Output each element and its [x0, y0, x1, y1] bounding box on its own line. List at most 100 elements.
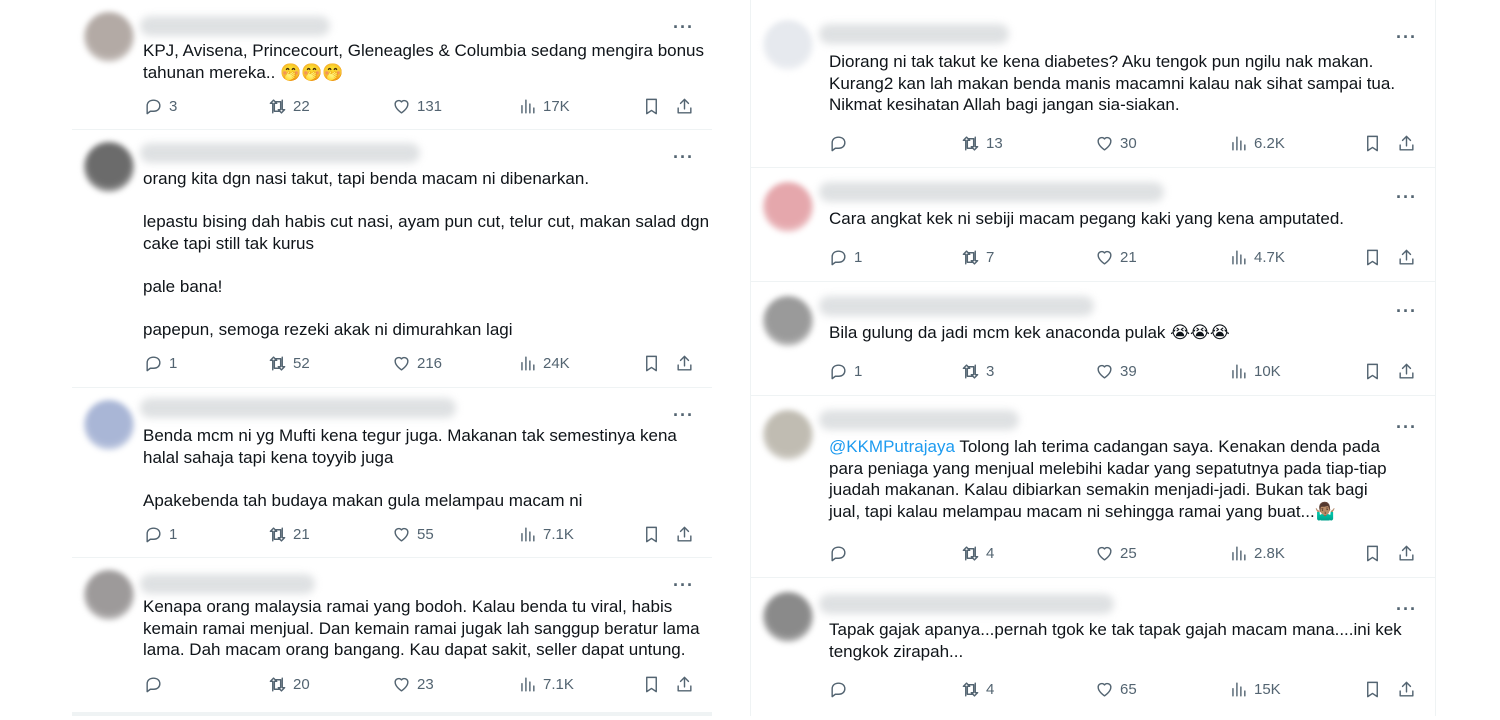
avatar[interactable]	[763, 592, 813, 642]
share-button[interactable]	[675, 352, 694, 374]
like-button[interactable]: 55	[392, 523, 434, 545]
more-icon[interactable]: ···	[1396, 600, 1417, 618]
avatar[interactable]	[84, 400, 134, 450]
reply-item[interactable]: ··· orang kita dgn nasi takut, tapi bend…	[72, 130, 712, 388]
views-button[interactable]: 7.1K	[518, 523, 574, 545]
views-button[interactable]: 17K	[518, 95, 570, 117]
blurred-username[interactable]	[140, 398, 456, 418]
share-button[interactable]	[1397, 542, 1416, 564]
more-icon[interactable]: ···	[673, 406, 694, 424]
share-button[interactable]	[675, 523, 694, 545]
more-icon[interactable]: ···	[673, 576, 694, 594]
bookmark-button[interactable]	[642, 352, 661, 374]
reply-button[interactable]: 1	[829, 246, 862, 268]
reply-item[interactable]: ··· Kenapa orang malaysia ramai yang bod…	[72, 558, 712, 708]
share-icon	[1399, 135, 1414, 151]
share-button[interactable]	[1397, 132, 1416, 154]
blurred-username[interactable]	[819, 594, 1114, 614]
bookmark-icon	[1367, 681, 1378, 697]
reply-button[interactable]	[829, 678, 854, 700]
avatar[interactable]	[763, 182, 813, 232]
blurred-username[interactable]	[819, 296, 1094, 316]
reply-item[interactable]: ··· @KKMPutrajaya Tolong lah terima cada…	[751, 396, 1435, 578]
share-button[interactable]	[1397, 246, 1416, 268]
reply-button[interactable]	[829, 132, 854, 154]
avatar[interactable]	[84, 570, 134, 620]
reply-button[interactable]	[144, 673, 169, 695]
like-button[interactable]: 23	[392, 673, 434, 695]
bookmark-button[interactable]	[642, 95, 661, 117]
bookmark-button[interactable]	[1363, 678, 1382, 700]
like-button[interactable]: 216	[392, 352, 442, 374]
more-icon[interactable]: ···	[1396, 418, 1417, 436]
reply-item[interactable]: ··· KPJ, Avisena, Princecourt, Gleneagle…	[72, 0, 712, 130]
like-button[interactable]: 25	[1095, 542, 1137, 564]
like-button[interactable]: 65	[1095, 678, 1137, 700]
repost-icon	[962, 135, 979, 151]
views-button[interactable]: 6.2K	[1229, 132, 1285, 154]
like-icon	[394, 677, 409, 692]
reply-button[interactable]: 3	[144, 95, 177, 117]
like-icon	[1097, 364, 1112, 379]
share-button[interactable]	[675, 95, 694, 117]
blurred-username[interactable]	[140, 16, 330, 36]
blurred-username[interactable]	[819, 24, 1009, 44]
views-button[interactable]: 10K	[1229, 360, 1281, 382]
reply-button[interactable]: 1	[144, 523, 177, 545]
views-button[interactable]: 24K	[518, 352, 570, 374]
blurred-username[interactable]	[140, 574, 315, 594]
share-button[interactable]	[1397, 360, 1416, 382]
avatar[interactable]	[84, 142, 134, 192]
avatar[interactable]	[763, 410, 813, 460]
blurred-username[interactable]	[819, 410, 1019, 430]
blurred-username[interactable]	[140, 143, 420, 163]
repost-button[interactable]: 3	[961, 360, 994, 382]
more-icon[interactable]: ···	[673, 18, 694, 36]
mention-link[interactable]: @KKMPutrajaya	[829, 437, 955, 456]
bookmark-button[interactable]	[1363, 542, 1382, 564]
bookmark-button[interactable]	[1363, 246, 1382, 268]
bookmark-icon	[646, 355, 657, 371]
avatar[interactable]	[84, 12, 134, 62]
reply-actions: 13 30 6.2K	[751, 132, 1435, 154]
bookmark-button[interactable]	[642, 523, 661, 545]
repost-button[interactable]: 22	[268, 95, 310, 117]
like-button[interactable]: 39	[1095, 360, 1137, 382]
more-icon[interactable]: ···	[1396, 28, 1417, 46]
repost-button[interactable]: 4	[961, 542, 994, 564]
like-button[interactable]: 21	[1095, 246, 1137, 268]
views-button[interactable]: 4.7K	[1229, 246, 1285, 268]
views-button[interactable]: 7.1K	[518, 673, 574, 695]
repost-button[interactable]: 52	[268, 352, 310, 374]
more-icon[interactable]: ···	[1396, 188, 1417, 206]
repost-icon	[269, 355, 286, 371]
like-button[interactable]: 131	[392, 95, 442, 117]
more-icon[interactable]: ···	[1396, 302, 1417, 320]
reply-item[interactable]: ··· Bila gulung da jadi mcm kek anaconda…	[751, 282, 1435, 396]
avatar[interactable]	[763, 296, 813, 346]
repost-button[interactable]: 20	[268, 673, 310, 695]
reply-button[interactable]	[829, 542, 854, 564]
like-button[interactable]: 30	[1095, 132, 1137, 154]
reply-item[interactable]: ··· Benda mcm ni yg Mufti kena tegur jug…	[72, 388, 712, 558]
bookmark-button[interactable]	[1363, 132, 1382, 154]
share-button[interactable]	[675, 673, 694, 695]
repost-button[interactable]: 13	[961, 132, 1003, 154]
views-button[interactable]: 15K	[1229, 678, 1281, 700]
reply-button[interactable]: 1	[829, 360, 862, 382]
repost-button[interactable]: 21	[268, 523, 310, 545]
reply-item[interactable]: ··· Diorang ni tak takut ke kena diabete…	[751, 0, 1435, 168]
share-button[interactable]	[1397, 678, 1416, 700]
repost-button[interactable]: 7	[961, 246, 994, 268]
more-icon[interactable]: ···	[673, 148, 694, 166]
views-button[interactable]: 2.8K	[1229, 542, 1285, 564]
avatar[interactable]	[763, 20, 813, 70]
bookmark-button[interactable]	[1363, 360, 1382, 382]
reply-button[interactable]: 1	[144, 352, 177, 374]
reply-text: Kenapa orang malaysia ramai yang bodoh. …	[143, 597, 700, 659]
blurred-username[interactable]	[819, 182, 1164, 202]
repost-button[interactable]: 4	[961, 678, 994, 700]
bookmark-button[interactable]	[642, 673, 661, 695]
reply-item[interactable]: ··· Tapak gajak apanya...pernah tgok ke …	[751, 578, 1435, 716]
reply-item[interactable]: ··· Cara angkat kek ni sebiji macam pega…	[751, 168, 1435, 282]
